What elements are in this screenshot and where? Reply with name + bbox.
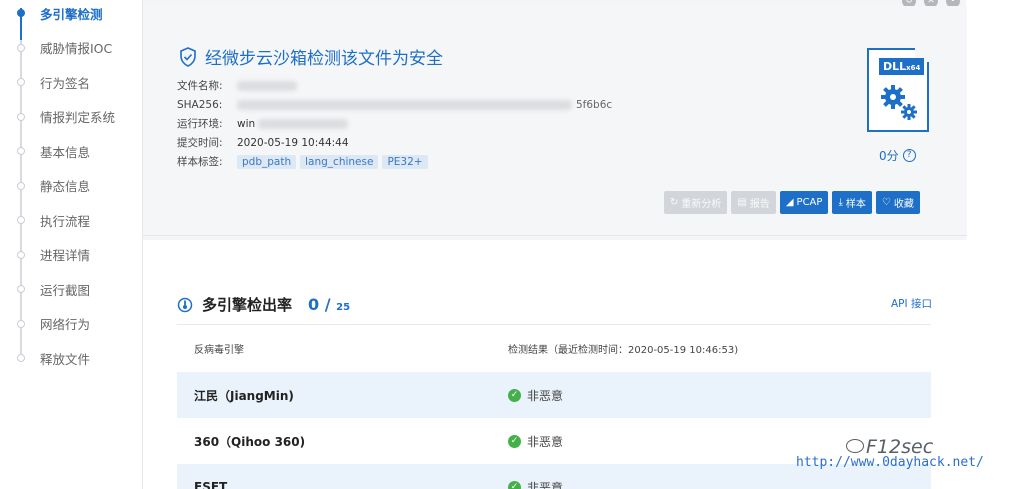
- wechat-icon: [846, 439, 864, 453]
- action-label: 重新分析: [681, 199, 722, 210]
- nav-dot-icon: [17, 9, 25, 17]
- action-bar: ↻ 重新分析 ▤ 报告 ◢ PCAP ⤓ 样本 ♡ 收藏: [664, 191, 920, 214]
- action-icon: ▤: [737, 197, 747, 208]
- redacted-filename: [237, 80, 297, 91]
- meta-env: 运行环境: win: [177, 114, 612, 133]
- action-button[interactable]: ↻ 重新分析: [664, 191, 728, 214]
- action-label: 收藏: [893, 199, 914, 210]
- nav-item-label: 进程详情: [40, 248, 91, 263]
- tag-list: pdb_path lang_chinese PE32+: [237, 154, 428, 169]
- nav-dot-icon: [17, 354, 25, 362]
- action-button[interactable]: ▤ 报告: [731, 191, 776, 214]
- action-button[interactable]: ♡ 收藏: [875, 191, 920, 214]
- action-button[interactable]: ⤓ 样本: [832, 191, 872, 214]
- nav-item-label: 行为签名: [40, 75, 91, 91]
- score-value: 0分: [879, 149, 899, 163]
- meta-key: 样本标签:: [177, 156, 223, 168]
- gear-icon: [881, 85, 917, 120]
- hash-suffix: 5f6b6c: [576, 98, 613, 111]
- nav-dot-icon: [17, 285, 25, 293]
- meta-filename: 文件名称:: [177, 76, 612, 95]
- nav-dot-icon: [17, 181, 25, 190]
- verdict-text: 经微步云沙箱检测该文件为安全: [205, 49, 443, 69]
- action-button[interactable]: ◢ PCAP: [779, 191, 829, 214]
- engine-result: ✓ 非恶意: [508, 387, 931, 404]
- engine-result: ✓ 非恶意: [508, 479, 931, 489]
- result-text: 非恶意: [527, 480, 564, 489]
- watermark-url: http://www.0dayhack.net/: [796, 455, 984, 470]
- tag[interactable]: pdb_path: [237, 154, 297, 169]
- meta-tags: 样本标签: pdb_path lang_chinese PE32+: [177, 152, 612, 171]
- result-text: 非恶意: [527, 388, 564, 403]
- rate-separator: /: [319, 295, 337, 314]
- file-meta: 文件名称: SHA256: 5f6b6c 运行环境: win 提交时间: 202…: [177, 76, 612, 171]
- nav-item-label: 执行流程: [40, 213, 91, 229]
- engine-panel: 多引擎检出率 0 / 25 API 接口 反病毒引擎 检测结果（最近检测时间：2…: [143, 240, 967, 489]
- nav-dot-icon: [17, 43, 25, 52]
- action-label: 报告: [749, 199, 770, 210]
- col-result: 检测结果（最近检测时间：2020-05-19 10:46:53): [508, 345, 739, 356]
- check-circle-icon: ✓: [508, 480, 521, 489]
- engine-name: 360（Qihoo 360): [194, 434, 306, 449]
- verdict: 经微步云沙箱检测该文件为安全: [179, 44, 443, 69]
- table-row: 江民（JiangMin) ✓ 非恶意: [177, 372, 931, 418]
- file-type-badge: DLLx64: [879, 58, 925, 75]
- report-main: ↻ ✕ • 经微步云沙箱检测该文件为安全 文件名称: SHA256: 5f6b6…: [142, 0, 967, 489]
- file-arch: x64: [906, 64, 921, 72]
- action-icon: ↻: [670, 197, 679, 208]
- nav-item-label: 释放文件: [40, 351, 91, 367]
- meta-key: SHA256:: [177, 98, 223, 111]
- nav-item-label: 基本信息: [40, 144, 91, 160]
- tag[interactable]: PE32+: [382, 154, 428, 169]
- summary-panel: 经微步云沙箱检测该文件为安全 文件名称: SHA256: 5f6b6c 运行环境…: [143, 6, 967, 236]
- threat-score: 0分 ?: [879, 147, 916, 164]
- engine-title: 多引擎检出率: [202, 296, 293, 314]
- action-label: PCAP: [796, 197, 823, 208]
- meta-submit: 提交时间: 2020-05-19 10:44:44: [177, 133, 612, 152]
- meta-sha256: SHA256: 5f6b6c: [177, 95, 612, 114]
- redacted-hash: [237, 99, 572, 110]
- submit-time: 2020-05-19 10:44:44: [237, 136, 349, 149]
- nav-item-label: 情报判定系统: [40, 110, 116, 125]
- meta-key: 运行环境:: [177, 118, 223, 130]
- action-icon: ⤓: [838, 197, 843, 208]
- section-nav: 多引擎检测威胁情报IOC 行为签名情报判定系统 基本信息静态信息执行流程进程详情运行…: [0, 0, 140, 489]
- action-icon: ◢: [785, 197, 794, 208]
- tag[interactable]: lang_chinese: [300, 154, 379, 169]
- nav-dot-icon: [17, 250, 25, 259]
- meta-key: 文件名称:: [177, 80, 223, 92]
- engine-name: ESET: [194, 480, 228, 489]
- nav-dot-icon: [17, 112, 25, 121]
- nav-item-label: 多引擎检测: [40, 6, 103, 22]
- check-circle-icon: ✓: [508, 388, 521, 402]
- gauge-icon: [177, 297, 193, 312]
- shield-check-icon: [180, 46, 196, 67]
- nav-dot-icon: [17, 319, 25, 328]
- nav-item-label: 静态信息: [40, 179, 91, 194]
- col-engine: 反病毒引擎: [194, 345, 244, 356]
- nav-item-label: 威胁情报IOC: [40, 41, 113, 56]
- file-type: DLL: [883, 60, 907, 73]
- total-count: 25: [336, 302, 351, 313]
- nav-item-label: 运行截图: [40, 282, 91, 298]
- nav-dot-icon: [17, 216, 25, 224]
- detected-count: 0: [308, 295, 320, 314]
- result-text: 非恶意: [527, 434, 564, 449]
- redacted-env: [258, 118, 349, 129]
- action-label: 样本: [845, 199, 866, 210]
- nav-dot-icon: [17, 78, 25, 86]
- nav-dot-icon: [17, 147, 25, 155]
- table-header: 反病毒引擎 检测结果（最近检测时间：2020-05-19 10:46:53): [177, 324, 931, 372]
- check-circle-icon: ✓: [508, 434, 521, 448]
- file-type-card: DLLx64: [867, 48, 929, 132]
- nav-item-label: 网络行为: [40, 317, 91, 332]
- engine-panel-title: 多引擎检出率 0 / 25: [177, 294, 350, 315]
- action-icon: ♡: [881, 197, 891, 208]
- env-value: win: [237, 117, 256, 130]
- engine-name: 江民（JiangMin): [194, 388, 294, 403]
- help-icon[interactable]: ?: [902, 149, 916, 162]
- detection-rate: 0 / 25: [308, 295, 350, 314]
- meta-key: 提交时间:: [177, 137, 223, 149]
- api-link[interactable]: API 接口: [891, 296, 932, 311]
